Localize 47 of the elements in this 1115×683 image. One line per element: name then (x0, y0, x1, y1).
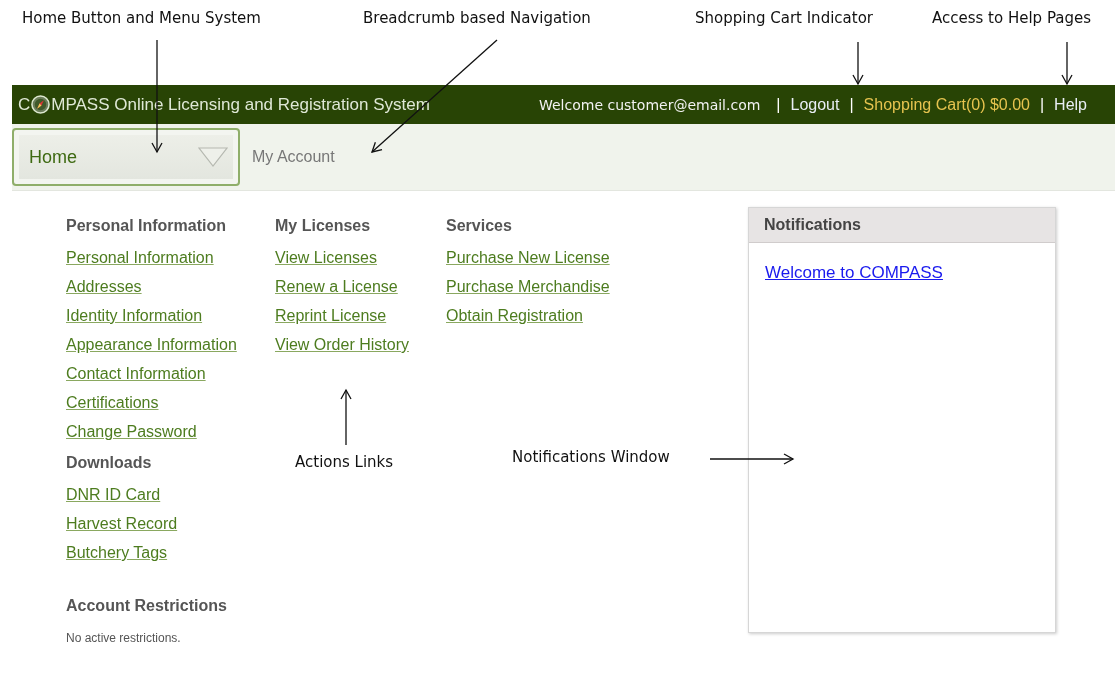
action-link[interactable]: Butchery Tags (66, 538, 168, 567)
annotation-arrow (852, 41, 864, 86)
action-link[interactable]: Reprint License (275, 301, 387, 330)
home-menu-button[interactable]: Home (12, 128, 240, 186)
action-link[interactable]: Identity Information (66, 301, 203, 330)
action-link[interactable]: Addresses (66, 272, 142, 301)
separator: | (849, 95, 854, 114)
separator: | (776, 95, 781, 114)
compass-icon (31, 95, 51, 114)
annotation-arrow (1061, 41, 1073, 86)
section-heading: Account Restrictions (66, 597, 228, 616)
annotation-label: Notifications Window (512, 448, 670, 466)
section-heading: Services (446, 217, 513, 236)
action-link[interactable]: Change Password (66, 417, 197, 446)
notifications-title: Notifications (749, 208, 1055, 243)
breadcrumb-link[interactable]: My Account (252, 148, 335, 166)
site-title: MPASS Online Licensing and Registration System (51, 94, 430, 115)
welcome-text: Welcome customer@email.com (539, 96, 761, 113)
notification-link[interactable]: Welcome to COMPASS (765, 263, 943, 282)
action-link[interactable]: Appearance Information (66, 330, 237, 359)
section-heading: Personal Information (66, 217, 228, 236)
header-link[interactable]: Help (1054, 95, 1087, 114)
action-link[interactable]: Contact Information (66, 359, 206, 388)
annotation-label: Access to Help Pages (932, 9, 1092, 27)
action-link[interactable]: Certifications (66, 388, 159, 417)
action-link[interactable]: Harvest Record (66, 509, 178, 538)
section-heading: My Licenses (275, 217, 372, 236)
header-link[interactable]: Logout (790, 95, 840, 114)
annotation-arrow (340, 388, 352, 446)
annotation-label: Shopping Cart Indicator (695, 9, 873, 27)
cart-link[interactable]: Shopping Cart(0) $0.00 (863, 95, 1030, 114)
logo-letter: C (18, 94, 31, 115)
section-heading: Downloads (66, 454, 153, 473)
annotation-label: Actions Links (295, 453, 394, 471)
action-link[interactable]: DNR ID Card (66, 480, 161, 509)
action-link[interactable]: View Licenses (275, 243, 377, 272)
action-link[interactable]: Renew a License (275, 272, 398, 301)
action-link[interactable]: Purchase Merchandise (446, 272, 610, 301)
action-link[interactable]: View Order History (275, 330, 409, 359)
action-link[interactable]: Obtain Registration (446, 301, 583, 330)
annotation-label: Home Button and Menu System (22, 9, 261, 27)
status-text: No active restrictions. (66, 631, 182, 645)
dropdown-triangle-icon (198, 147, 228, 167)
action-link[interactable]: Purchase New License (446, 243, 610, 272)
action-link[interactable]: Personal Information (66, 243, 214, 272)
annotation-label: Breadcrumb based Navigation (363, 9, 591, 27)
separator: | (1039, 95, 1045, 114)
